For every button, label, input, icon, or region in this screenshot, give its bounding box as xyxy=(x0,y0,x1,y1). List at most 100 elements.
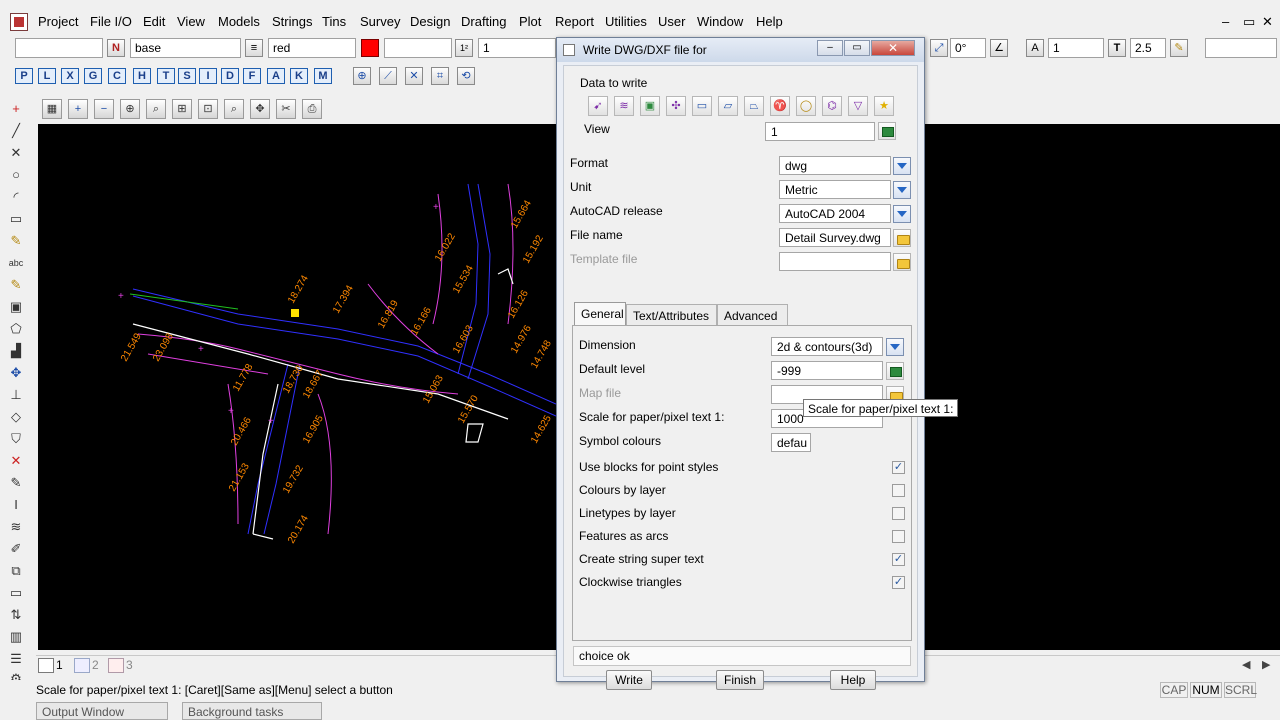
format-dropdown-icon[interactable] xyxy=(893,157,911,175)
scroll-right-icon[interactable]: ▶ xyxy=(1262,658,1270,671)
dialog-titlebar[interactable]: Write DWG/DXF file for – ▭ ✕ xyxy=(557,38,924,62)
filter-x-button[interactable]: X xyxy=(61,68,79,84)
dialog-close-button[interactable]: ✕ xyxy=(871,40,915,56)
clockwise-triangles-checkbox[interactable]: ✓ xyxy=(892,576,905,589)
filter-p-button[interactable]: P xyxy=(15,68,33,84)
cross-icon[interactable]: ✕ xyxy=(7,144,25,162)
dimension-select[interactable]: 2d & contours(3d) xyxy=(771,337,883,356)
view-2-icon[interactable] xyxy=(74,658,90,673)
drawing-canvas[interactable]: 18.274 17.394 16.819 16.166 16.603 16.02… xyxy=(38,124,556,650)
rectangle-icon[interactable]: ▭ xyxy=(7,210,25,228)
use-blocks-checkbox[interactable]: ✓ xyxy=(892,461,905,474)
grid-icon[interactable]: ▥ xyxy=(7,628,25,646)
copy-icon[interactable]: ⧉ xyxy=(7,562,25,580)
menu-user[interactable]: User xyxy=(658,14,685,29)
filter-icon[interactable]: ▽ xyxy=(848,96,868,116)
zoom-fit-icon[interactable]: ⊡ xyxy=(198,99,218,119)
zoom-region-icon[interactable]: ⌕ xyxy=(146,99,166,119)
layers-icon[interactable]: ≋ xyxy=(614,96,634,116)
view-picker-icon[interactable] xyxy=(878,122,896,140)
filter-d-button[interactable]: D xyxy=(221,68,239,84)
box-icon[interactable]: ▣ xyxy=(7,298,25,316)
level-input[interactable]: 1 xyxy=(478,38,556,58)
colour-swatch-button[interactable] xyxy=(361,39,379,57)
stack-icon[interactable]: ☰ xyxy=(7,650,25,668)
autocad-dropdown-icon[interactable] xyxy=(893,205,911,223)
filter-g-button[interactable]: G xyxy=(84,68,102,84)
zoom-pan-icon[interactable]: ⊞ xyxy=(172,99,192,119)
scroll-left-icon[interactable]: ◀ xyxy=(1242,658,1250,671)
angle-picker-button[interactable]: ⤢ xyxy=(930,39,948,57)
shape-icon[interactable]: ◇ xyxy=(7,408,25,426)
filter-c-button[interactable]: C xyxy=(108,68,126,84)
filter-t-button[interactable]: T xyxy=(157,68,175,84)
format-select[interactable]: dwg xyxy=(779,156,891,175)
snap-cycle-icon[interactable]: ⟲ xyxy=(457,67,475,85)
view-tab-1[interactable]: 1 xyxy=(56,658,63,672)
text-size-button[interactable]: A xyxy=(1026,39,1044,57)
level-picker-button[interactable]: 1² xyxy=(455,39,473,57)
view-3-icon[interactable] xyxy=(108,658,124,673)
filter-k-button[interactable]: K xyxy=(290,68,308,84)
layers-icon[interactable]: ≋ xyxy=(7,518,25,536)
measure-icon[interactable]: ⊥ xyxy=(7,386,25,404)
zoom-out-icon[interactable]: − xyxy=(94,99,114,119)
filter-a-button[interactable]: A xyxy=(267,68,285,84)
colours-by-layer-checkbox[interactable] xyxy=(892,484,905,497)
edit-icon[interactable]: ✐ xyxy=(7,540,25,558)
restore-button[interactable]: ▭ xyxy=(1243,14,1255,30)
menu-drafting[interactable]: Drafting xyxy=(461,14,507,29)
menu-window[interactable]: Window xyxy=(697,14,743,29)
shield-icon[interactable]: ⛉ xyxy=(7,430,25,448)
pan-icon[interactable]: ✥ xyxy=(250,99,270,119)
menu-utilities[interactable]: Utilities xyxy=(605,14,647,29)
paint-icon[interactable]: ▟ xyxy=(7,342,25,360)
zoom-extent-icon[interactable]: ⌕ xyxy=(224,99,244,119)
zoom-window-icon[interactable]: ⊕ xyxy=(120,99,140,119)
filter-h-button[interactable]: H xyxy=(133,68,151,84)
menu-file-io[interactable]: File I/O xyxy=(90,14,132,29)
info-icon[interactable]: I xyxy=(7,496,25,514)
move-icon[interactable]: ✥ xyxy=(7,364,25,382)
linestyle-input[interactable] xyxy=(384,38,452,58)
filter-f-button[interactable]: F xyxy=(243,68,261,84)
stack-icon[interactable]: ⌬ xyxy=(822,96,842,116)
zoom-in-icon[interactable]: + xyxy=(68,99,88,119)
template-folder-icon[interactable] xyxy=(893,253,911,271)
line-icon[interactable]: ╱ xyxy=(7,122,25,140)
extra-input[interactable] xyxy=(1205,38,1277,58)
features-as-arcs-checkbox[interactable] xyxy=(892,530,905,543)
snap-intersect-icon[interactable]: ✕ xyxy=(405,67,423,85)
polygon-icon[interactable]: ▱ xyxy=(718,96,738,116)
region-icon[interactable]: ⏢ xyxy=(744,96,764,116)
filter-s-button[interactable]: S xyxy=(178,68,196,84)
autocad-release-select[interactable]: AutoCAD 2004 xyxy=(779,204,891,223)
tab-general[interactable]: General xyxy=(574,302,626,326)
dialog-minimize-button[interactable]: – xyxy=(817,40,843,56)
model-input[interactable]: base xyxy=(130,38,241,58)
file-name-input[interactable]: Detail Survey.dwg xyxy=(779,228,891,247)
circle-icon[interactable]: ○ xyxy=(7,166,25,184)
plot-icon[interactable]: ⎙ xyxy=(302,99,322,119)
file-folder-icon[interactable] xyxy=(893,229,911,247)
dimension-dropdown-icon[interactable] xyxy=(886,338,904,356)
pick-icon[interactable]: ➹ xyxy=(588,96,608,116)
app-icon[interactable] xyxy=(10,13,28,31)
menu-tins[interactable]: Tins xyxy=(322,14,346,29)
text-height-button[interactable]: T xyxy=(1108,39,1126,57)
template-file-input[interactable] xyxy=(779,252,891,271)
snap-point-icon[interactable]: ⊕ xyxy=(353,67,371,85)
menu-edit[interactable]: Edit xyxy=(143,14,165,29)
angle-measure-button[interactable]: ∠ xyxy=(990,39,1008,57)
view-icon[interactable]: ▣ xyxy=(640,96,660,116)
snap-line-icon[interactable]: ⟋ xyxy=(379,67,397,85)
colour-input[interactable]: red xyxy=(268,38,356,58)
name-input[interactable] xyxy=(15,38,103,58)
linetypes-by-layer-checkbox[interactable] xyxy=(892,507,905,520)
view-input[interactable]: 1 xyxy=(765,122,875,141)
filter-l-button[interactable]: L xyxy=(38,68,56,84)
finish-button[interactable]: Finish xyxy=(716,670,764,690)
tab-advanced[interactable]: Advanced xyxy=(717,304,788,326)
clean-icon[interactable]: ✂ xyxy=(276,99,296,119)
menu-report[interactable]: Report xyxy=(555,14,594,29)
